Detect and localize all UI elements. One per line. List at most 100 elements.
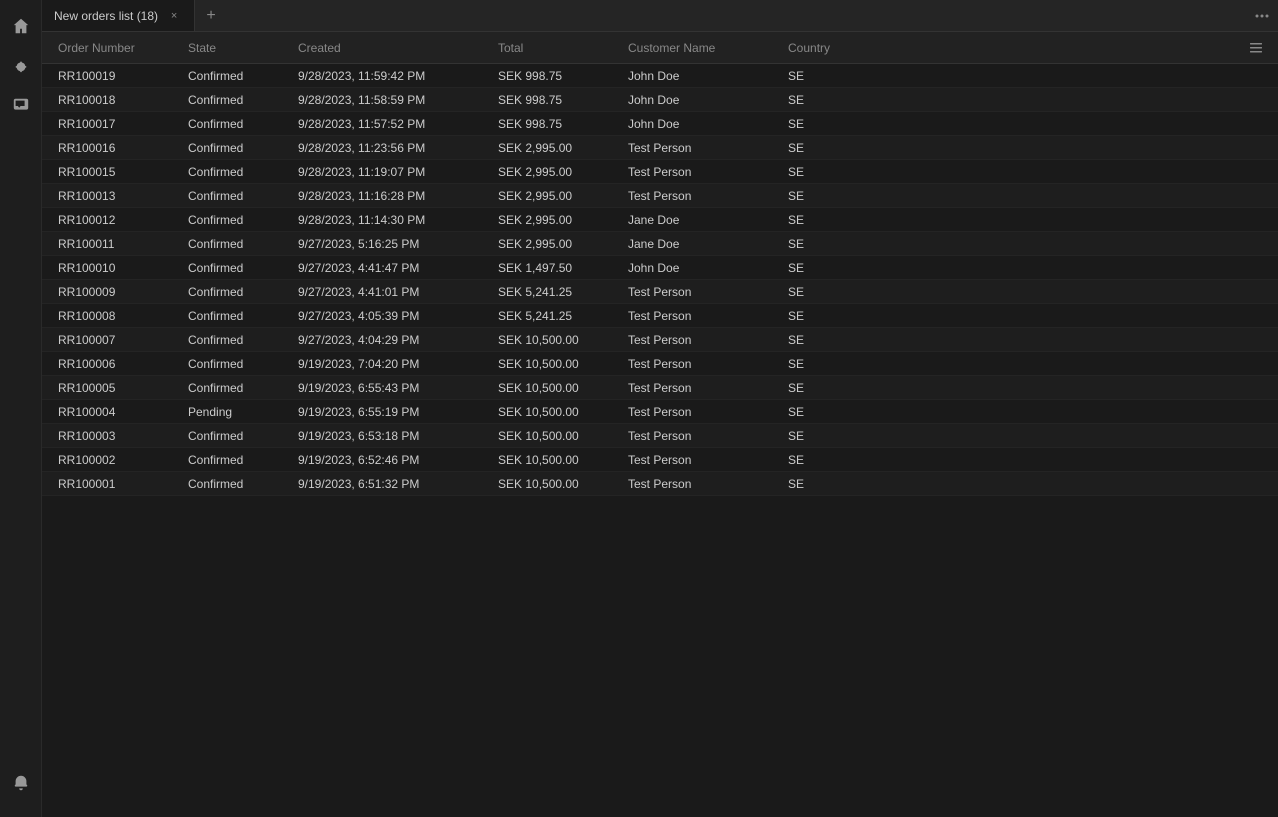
cell-order-number: RR100008 (50, 309, 180, 323)
table-row[interactable]: RR100011Confirmed9/27/2023, 5:16:25 PMSE… (42, 232, 1278, 256)
cell-total: SEK 10,500.00 (490, 381, 620, 395)
table-row[interactable]: RR100001Confirmed9/19/2023, 6:51:32 PMSE… (42, 472, 1278, 496)
cell-total: SEK 998.75 (490, 117, 620, 131)
cell-state: Confirmed (180, 381, 290, 395)
table-row[interactable]: RR100012Confirmed9/28/2023, 11:14:30 PMS… (42, 208, 1278, 232)
cell-total: SEK 10,500.00 (490, 453, 620, 467)
cell-created: 9/19/2023, 7:04:20 PM (290, 357, 490, 371)
cell-state: Confirmed (180, 165, 290, 179)
cell-order-number: RR100019 (50, 69, 180, 83)
cell-order-number: RR100007 (50, 333, 180, 347)
table-row[interactable]: RR100018Confirmed9/28/2023, 11:58:59 PMS… (42, 88, 1278, 112)
cell-customer-name: John Doe (620, 93, 780, 107)
cell-created: 9/28/2023, 11:59:42 PM (290, 69, 490, 83)
col-header-order-number[interactable]: Order Number (50, 41, 180, 55)
tab-more-button[interactable] (1246, 0, 1278, 31)
cell-total: SEK 2,995.00 (490, 189, 620, 203)
tab-add-button[interactable]: + (195, 0, 227, 31)
cell-state: Confirmed (180, 141, 290, 155)
cell-customer-name: Test Person (620, 381, 780, 395)
home-icon[interactable] (3, 8, 39, 44)
cell-order-number: RR100017 (50, 117, 180, 131)
table-row[interactable]: RR100002Confirmed9/19/2023, 6:52:46 PMSE… (42, 448, 1278, 472)
cell-country: SE (780, 285, 880, 299)
table-row[interactable]: RR100019Confirmed9/28/2023, 11:59:42 PMS… (42, 64, 1278, 88)
cell-created: 9/27/2023, 4:05:39 PM (290, 309, 490, 323)
cell-country: SE (780, 69, 880, 83)
cell-created: 9/28/2023, 11:57:52 PM (290, 117, 490, 131)
cell-customer-name: Test Person (620, 141, 780, 155)
table-row[interactable]: RR100004Pending9/19/2023, 6:55:19 PMSEK … (42, 400, 1278, 424)
table-row[interactable]: RR100006Confirmed9/19/2023, 7:04:20 PMSE… (42, 352, 1278, 376)
cell-order-number: RR100015 (50, 165, 180, 179)
header-action-icons (1242, 34, 1270, 62)
cell-order-number: RR100004 (50, 405, 180, 419)
cell-created: 9/28/2023, 11:14:30 PM (290, 213, 490, 227)
cell-customer-name: Test Person (620, 405, 780, 419)
cell-country: SE (780, 405, 880, 419)
table-row[interactable]: RR100007Confirmed9/27/2023, 4:04:29 PMSE… (42, 328, 1278, 352)
cell-order-number: RR100006 (50, 357, 180, 371)
cell-country: SE (780, 261, 880, 275)
cell-order-number: RR100010 (50, 261, 180, 275)
cell-state: Confirmed (180, 333, 290, 347)
cell-country: SE (780, 189, 880, 203)
col-header-total[interactable]: Total (490, 41, 620, 55)
cell-country: SE (780, 429, 880, 443)
tab-label: New orders list (18) (54, 9, 158, 23)
cell-order-number: RR100001 (50, 477, 180, 491)
table-row[interactable]: RR100017Confirmed9/28/2023, 11:57:52 PMS… (42, 112, 1278, 136)
cell-state: Confirmed (180, 117, 290, 131)
cell-state: Confirmed (180, 189, 290, 203)
cell-state: Confirmed (180, 429, 290, 443)
settings-icon[interactable] (3, 48, 39, 84)
cell-customer-name: Test Person (620, 477, 780, 491)
col-header-country[interactable]: Country (780, 41, 880, 55)
col-header-customer-name[interactable]: Customer Name (620, 41, 780, 55)
cell-created: 9/28/2023, 11:19:07 PM (290, 165, 490, 179)
col-header-created[interactable]: Created (290, 41, 490, 55)
column-settings-icon[interactable] (1242, 34, 1270, 62)
cell-country: SE (780, 381, 880, 395)
cell-customer-name: Test Person (620, 357, 780, 371)
cell-customer-name: Test Person (620, 189, 780, 203)
table-row[interactable]: RR100013Confirmed9/28/2023, 11:16:28 PMS… (42, 184, 1278, 208)
cell-created: 9/19/2023, 6:51:32 PM (290, 477, 490, 491)
cell-state: Confirmed (180, 453, 290, 467)
cell-created: 9/27/2023, 4:41:47 PM (290, 261, 490, 275)
table-row[interactable]: RR100016Confirmed9/28/2023, 11:23:56 PMS… (42, 136, 1278, 160)
cell-created: 9/27/2023, 5:16:25 PM (290, 237, 490, 251)
col-header-state[interactable]: State (180, 41, 290, 55)
cell-customer-name: John Doe (620, 69, 780, 83)
cell-state: Confirmed (180, 309, 290, 323)
bell-icon[interactable] (3, 765, 39, 801)
cell-country: SE (780, 453, 880, 467)
cell-state: Confirmed (180, 93, 290, 107)
cell-total: SEK 10,500.00 (490, 477, 620, 491)
table-row[interactable]: RR100003Confirmed9/19/2023, 6:53:18 PMSE… (42, 424, 1278, 448)
orders-list-tab[interactable]: New orders list (18) × (42, 0, 195, 31)
inbox-icon[interactable] (3, 88, 39, 124)
cell-state: Confirmed (180, 477, 290, 491)
cell-country: SE (780, 213, 880, 227)
cell-order-number: RR100003 (50, 429, 180, 443)
table-row[interactable]: RR100008Confirmed9/27/2023, 4:05:39 PMSE… (42, 304, 1278, 328)
cell-state: Confirmed (180, 285, 290, 299)
table-row[interactable]: RR100005Confirmed9/19/2023, 6:55:43 PMSE… (42, 376, 1278, 400)
cell-order-number: RR100002 (50, 453, 180, 467)
cell-country: SE (780, 333, 880, 347)
cell-customer-name: Test Person (620, 429, 780, 443)
tab-close-button[interactable]: × (166, 8, 182, 24)
cell-state: Pending (180, 405, 290, 419)
table-row[interactable]: RR100010Confirmed9/27/2023, 4:41:47 PM SE… (42, 256, 1278, 280)
table-row[interactable]: RR100009Confirmed9/27/2023, 4:41:01 PMSE… (42, 280, 1278, 304)
cell-state: Confirmed (180, 261, 290, 275)
cell-created: 9/19/2023, 6:55:19 PM (290, 405, 490, 419)
cell-customer-name: John Doe (620, 261, 780, 275)
cell-customer-name: John Doe (620, 117, 780, 131)
cell-created: 9/28/2023, 11:16:28 PM (290, 189, 490, 203)
cell-customer-name: Test Person (620, 453, 780, 467)
cell-total: SEK 2,995.00 (490, 141, 620, 155)
table-row[interactable]: RR100015Confirmed9/28/2023, 11:19:07 PMS… (42, 160, 1278, 184)
cell-created: 9/28/2023, 11:23:56 PM (290, 141, 490, 155)
